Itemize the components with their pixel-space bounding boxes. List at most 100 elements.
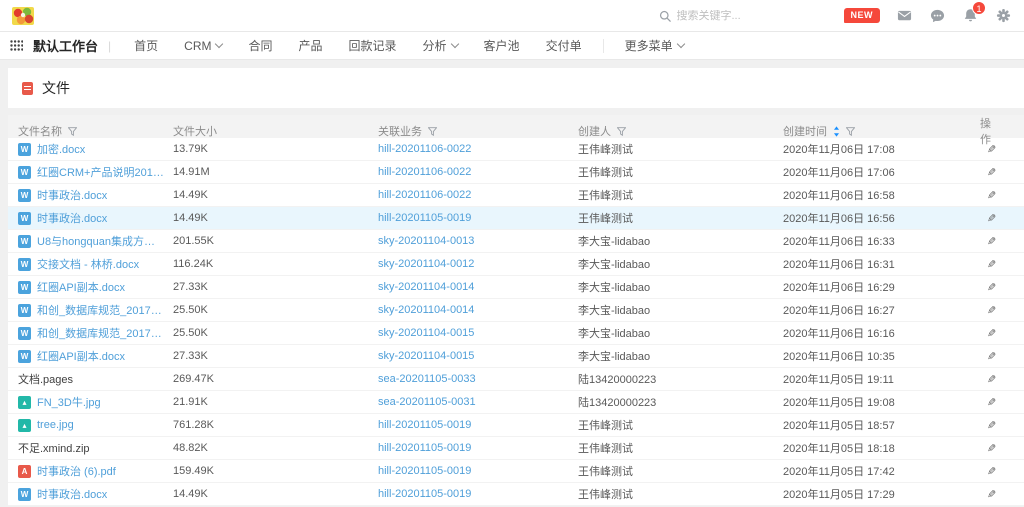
- file-name-link[interactable]: 红圈CRM+产品说明201901_前端...: [37, 164, 165, 180]
- file-name-link[interactable]: 加密.docx: [37, 141, 85, 157]
- related-business-link[interactable]: sky-20201104-0013: [378, 235, 578, 247]
- related-business-link[interactable]: sky-20201104-0015: [378, 350, 578, 362]
- workspace-selector[interactable]: 默认工作台: [33, 36, 98, 55]
- edit-pencil-icon[interactable]: ✎: [987, 258, 996, 271]
- file-name-link[interactable]: 和创_数据库规范_20171124.doc: [37, 302, 165, 318]
- related-business-link[interactable]: sky-20201104-0014: [378, 304, 578, 316]
- actions-cell: ✎: [980, 396, 1024, 409]
- settings-gear-icon[interactable]: [996, 8, 1012, 24]
- edit-pencil-icon[interactable]: ✎: [987, 304, 996, 317]
- edit-pencil-icon[interactable]: ✎: [987, 465, 996, 478]
- created-time: 2020年11月06日 16:29: [783, 279, 980, 295]
- edit-pencil-icon[interactable]: ✎: [987, 281, 996, 294]
- page-title: 文件: [42, 78, 70, 98]
- related-business-link[interactable]: hill-20201105-0019: [378, 488, 578, 500]
- app-logo[interactable]: [12, 7, 34, 25]
- filter-icon[interactable]: [428, 127, 437, 136]
- file-name-link[interactable]: 时事政治.docx: [37, 486, 107, 502]
- edit-pencil-icon[interactable]: ✎: [987, 189, 996, 202]
- nav-item-label: 客户池: [484, 37, 520, 54]
- edit-pencil-icon[interactable]: ✎: [987, 235, 996, 248]
- related-business-link[interactable]: hill-20201106-0022: [378, 189, 578, 201]
- new-badge[interactable]: NEW: [844, 8, 881, 23]
- table-row: 不足.xmind.zip48.82Khill-20201105-0019王伟峰测…: [8, 437, 1024, 460]
- edit-pencil-icon[interactable]: ✎: [987, 396, 996, 409]
- file-name-link[interactable]: 交接文档 - 林桥.docx: [37, 256, 139, 272]
- table-header-row: 文件名称 文件大小 关联业务 创建人 创建时间: [8, 115, 1024, 138]
- edit-pencil-icon[interactable]: ✎: [987, 327, 996, 340]
- file-name-cell: W 和创_数据库规范_20171124.doc: [18, 325, 173, 341]
- top-bar: NEW 1: [0, 0, 1024, 32]
- nav-item-4[interactable]: 回款记录: [336, 37, 410, 54]
- edit-pencil-icon[interactable]: ✎: [987, 166, 996, 179]
- edit-pencil-icon[interactable]: ✎: [987, 488, 996, 501]
- nav-item-6[interactable]: 客户池: [471, 37, 533, 54]
- related-business-link[interactable]: sky-20201104-0015: [378, 327, 578, 339]
- related-business-link[interactable]: sky-20201104-0014: [378, 281, 578, 293]
- notifications-bell-icon[interactable]: 1: [963, 8, 979, 24]
- doc-file-icon: W: [18, 235, 31, 248]
- nav-item-5[interactable]: 分析: [410, 37, 471, 54]
- actions-cell: ✎: [980, 304, 1024, 317]
- related-business-link[interactable]: hill-20201105-0019: [378, 419, 578, 431]
- file-name-link[interactable]: 红圈API副本.docx: [37, 348, 125, 364]
- related-business-link[interactable]: hill-20201105-0019: [378, 442, 578, 454]
- file-name-link[interactable]: 和创_数据库规范_20171124.doc: [37, 325, 165, 341]
- nav-item-8[interactable]: 更多菜单: [612, 37, 697, 54]
- actions-cell: ✎: [980, 235, 1024, 248]
- file-name-cell: ▴tree.jpg: [18, 419, 173, 432]
- search-input[interactable]: [677, 10, 787, 22]
- edit-pencil-icon[interactable]: ✎: [987, 350, 996, 363]
- related-business-link[interactable]: hill-20201105-0019: [378, 465, 578, 477]
- creator-name: 王伟峰测试: [578, 187, 783, 203]
- nav-item-2[interactable]: 合同: [235, 37, 285, 54]
- file-name-link[interactable]: 时事政治 (6).pdf: [37, 463, 116, 479]
- nav-item-0[interactable]: 首页: [121, 37, 171, 54]
- edit-pencil-icon[interactable]: ✎: [987, 419, 996, 432]
- nav-item-label: CRM: [184, 39, 211, 53]
- related-business-link[interactable]: hill-20201106-0022: [378, 143, 578, 155]
- filter-icon[interactable]: [846, 127, 855, 136]
- related-business-link[interactable]: hill-20201106-0022: [378, 166, 578, 178]
- edit-pencil-icon[interactable]: ✎: [987, 373, 996, 386]
- file-name-link[interactable]: 时事政治.docx: [37, 210, 107, 226]
- related-business-link[interactable]: hill-20201105-0019: [378, 212, 578, 224]
- file-name-cell: W交接文档 - 林桥.docx: [18, 256, 173, 272]
- nav-item-1[interactable]: CRM: [171, 39, 235, 53]
- table-row: W加密.docx13.79Khill-20201106-0022王伟峰测试202…: [8, 138, 1024, 161]
- file-name-link[interactable]: FN_3D牛.jpg: [37, 394, 101, 410]
- file-name-link[interactable]: 红圈API副本.docx: [37, 279, 125, 295]
- created-time: 2020年11月05日 19:11: [783, 371, 980, 387]
- search-icon: [659, 9, 672, 22]
- created-time: 2020年11月05日 18:18: [783, 440, 980, 456]
- related-business-link[interactable]: sea-20201105-0031: [378, 396, 578, 408]
- file-name-cell: W时事政治.docx: [18, 210, 173, 226]
- filter-icon[interactable]: [68, 127, 77, 136]
- creator-name: 王伟峰测试: [578, 486, 783, 502]
- creator-name: 李大宝-lidabao: [578, 279, 783, 295]
- table-body: W加密.docx13.79Khill-20201106-0022王伟峰测试202…: [8, 138, 1024, 506]
- file-size: 14.49K: [173, 212, 378, 224]
- sort-icon[interactable]: [833, 126, 840, 137]
- nav-item-7[interactable]: 交付单: [533, 37, 595, 54]
- table-row: W时事政治.docx14.49Khill-20201105-0019王伟峰测试2…: [8, 483, 1024, 506]
- chat-icon[interactable]: [930, 8, 946, 24]
- related-business-link[interactable]: sky-20201104-0012: [378, 258, 578, 270]
- file-name-cell: W时事政治.docx: [18, 187, 173, 203]
- nav-item-3[interactable]: 产品: [286, 37, 336, 54]
- related-business-link[interactable]: sea-20201105-0033: [378, 373, 578, 385]
- file-name-link[interactable]: tree.jpg: [37, 419, 74, 431]
- nav-item-label: 分析: [423, 37, 447, 54]
- edit-pencil-icon[interactable]: ✎: [987, 143, 996, 156]
- file-size: 269.47K: [173, 373, 378, 385]
- filter-icon[interactable]: [617, 127, 626, 136]
- doc-file-icon: W: [18, 327, 31, 340]
- creator-name: 陆13420000223: [578, 394, 783, 410]
- mail-icon[interactable]: [897, 8, 913, 24]
- edit-pencil-icon[interactable]: ✎: [987, 442, 996, 455]
- actions-cell: ✎: [980, 350, 1024, 363]
- file-name-link[interactable]: 时事政治.docx: [37, 187, 107, 203]
- app-grid-icon[interactable]: [10, 40, 23, 51]
- edit-pencil-icon[interactable]: ✎: [987, 212, 996, 225]
- file-name-link[interactable]: U8与hongquan集成方案.docx: [37, 233, 165, 249]
